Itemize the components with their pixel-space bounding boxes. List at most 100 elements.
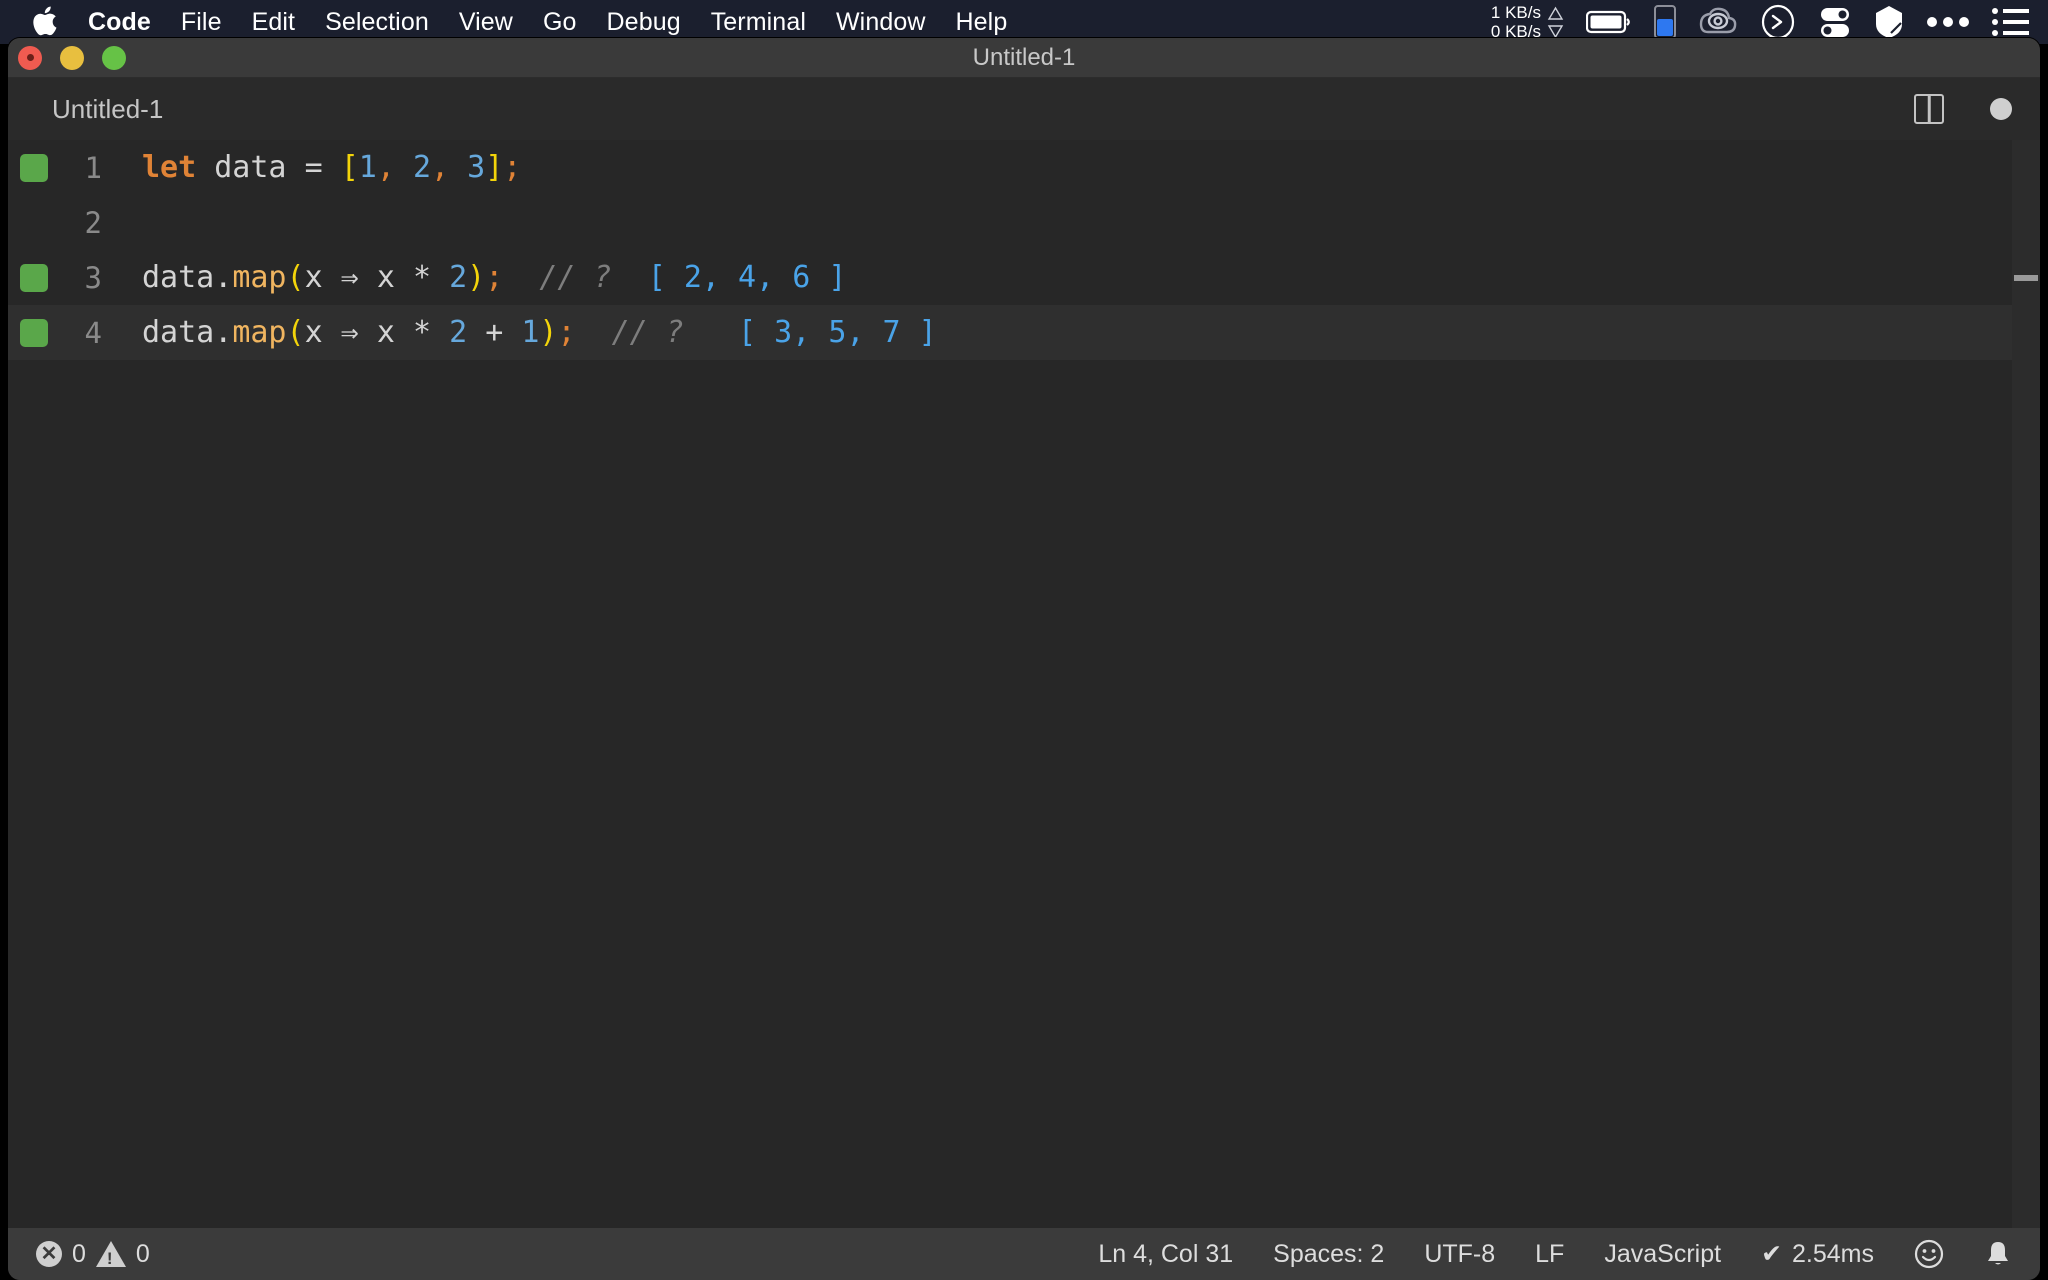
line-number: 2 [8, 206, 126, 240]
code-token: [ 3, 5, 7 ] [684, 315, 937, 350]
run-status[interactable]: ✔ 2.54ms [1761, 1239, 1874, 1269]
code-token [287, 150, 305, 185]
code-token: ( [287, 260, 305, 295]
code-token: 1 [521, 315, 539, 350]
list-menu-icon[interactable] [1992, 7, 2030, 37]
editor-scrollbar[interactable] [2012, 140, 2040, 1228]
code-token: ) [539, 315, 557, 350]
code-token: ) [467, 260, 485, 295]
code-token: x [377, 315, 395, 350]
code-token: [ [341, 150, 359, 185]
code-token [395, 315, 413, 350]
indentation-setting[interactable]: Spaces: 2 [1273, 1240, 1384, 1269]
code-token: map [232, 260, 286, 295]
run-marker-icon [20, 319, 48, 347]
network-speed-indicator[interactable]: 1 KB/s 0 KB/s [1491, 3, 1564, 41]
code-token: = [305, 150, 323, 185]
code-token: ⇒ [323, 315, 377, 350]
error-count: 0 [72, 1240, 86, 1269]
minimize-button[interactable] [60, 46, 84, 70]
code-token: data [214, 150, 286, 185]
run-check-icon: ✔ [1761, 1239, 1782, 1269]
zoom-button[interactable] [102, 46, 126, 70]
run-marker-icon [20, 154, 48, 182]
code-token: 3 [467, 150, 485, 185]
code-token: // ? [576, 315, 684, 350]
shield-pen-icon[interactable] [1874, 4, 1904, 40]
code-token: ( [287, 315, 305, 350]
code-token: data [142, 315, 214, 350]
window-title: Untitled-1 [8, 44, 2040, 72]
editor-actions [1914, 78, 2012, 140]
code-token: ] [485, 150, 503, 185]
language-mode[interactable]: JavaScript [1604, 1240, 1721, 1269]
code-token [395, 150, 413, 185]
run-time: 2.54ms [1792, 1240, 1874, 1269]
code-text[interactable]: data.map(x ⇒ x * 2); // ? [ 2, 4, 6 ] [126, 260, 846, 295]
code-token: , [431, 150, 449, 185]
code-editor[interactable]: 1let data = [1, 2, 3];23data.map(x ⇒ x *… [8, 140, 2040, 1228]
code-token: ; [485, 260, 503, 295]
apple-logo-icon[interactable] [30, 5, 60, 39]
scrollbar-thumb[interactable] [2014, 275, 2038, 281]
close-button[interactable] [18, 46, 42, 70]
ellipsis-icon[interactable] [1926, 15, 1970, 29]
code-token [467, 315, 485, 350]
warning-count: 0 [136, 1240, 150, 1269]
code-token: , [377, 150, 395, 185]
code-text[interactable]: let data = [1, 2, 3]; [126, 150, 521, 185]
code-token: * [413, 260, 431, 295]
code-token: ; [557, 315, 575, 350]
code-token: data [142, 260, 214, 295]
code-line-4[interactable]: 4data.map(x ⇒ x * 2 + 1); // ? [ 3, 5, 7… [8, 305, 2040, 360]
code-line-3[interactable]: 3data.map(x ⇒ x * 2); // ? [ 2, 4, 6 ] [8, 250, 2040, 305]
code-token: . [214, 315, 232, 350]
eol-setting[interactable]: LF [1535, 1240, 1564, 1269]
code-token: // ? [503, 260, 611, 295]
split-editor-icon[interactable] [1914, 94, 1944, 124]
code-line-1[interactable]: 1let data = [1, 2, 3]; [8, 140, 2040, 195]
battery-percentage-bar-icon[interactable] [1654, 5, 1676, 39]
code-token: x [305, 315, 323, 350]
code-token: 2 [449, 260, 467, 295]
terminal-prompt-circle-icon[interactable] [1760, 4, 1796, 40]
network-upload-speed: 1 KB/s [1491, 3, 1541, 22]
code-line-2[interactable]: 2 [8, 195, 2040, 250]
battery-icon[interactable] [1586, 9, 1632, 35]
code-token: * [413, 315, 431, 350]
error-icon: ✕ [36, 1241, 62, 1267]
code-text[interactable]: data.map(x ⇒ x * 2 + 1); // ? [ 3, 5, 7 … [126, 315, 937, 350]
cursor-position[interactable]: Ln 4, Col 31 [1098, 1240, 1233, 1269]
code-token: x [305, 260, 323, 295]
code-token: ⇒ [323, 260, 377, 295]
code-token [503, 315, 521, 350]
code-token: x [377, 260, 395, 295]
code-token [395, 260, 413, 295]
network-arrows-icon [1547, 6, 1564, 39]
code-lines-container: 1let data = [1, 2, 3];23data.map(x ⇒ x *… [8, 140, 2040, 360]
vscode-window: Untitled-1 Untitled-1 1let data = [1, 2,… [8, 38, 2040, 1280]
code-token [431, 315, 449, 350]
code-token: 2 [449, 315, 467, 350]
code-token: ; [503, 150, 521, 185]
tab-untitled-1[interactable]: Untitled-1 [52, 94, 163, 125]
code-token: let [142, 150, 196, 185]
encoding-setting[interactable]: UTF-8 [1424, 1240, 1495, 1269]
unsaved-dot-icon[interactable] [1990, 98, 2012, 120]
toggles-icon[interactable] [1818, 5, 1852, 39]
code-token [323, 150, 341, 185]
problems-indicator[interactable]: ✕ 0 0 [36, 1240, 150, 1269]
run-marker-icon [20, 264, 48, 292]
eye-cloud-icon[interactable] [1698, 6, 1738, 38]
window-title-bar: Untitled-1 [8, 38, 2040, 78]
close-icon [27, 54, 34, 61]
smiley-icon[interactable] [1914, 1239, 1944, 1269]
code-token [449, 150, 467, 185]
code-token: + [485, 315, 503, 350]
bell-icon[interactable] [1984, 1239, 2012, 1269]
editor-tab-bar: Untitled-1 [8, 78, 2040, 140]
status-bar-right: Ln 4, Col 31 Spaces: 2 UTF-8 LF JavaScri… [1098, 1239, 2012, 1269]
code-token: 2 [413, 150, 431, 185]
code-token: 1 [359, 150, 377, 185]
status-bar: ✕ 0 0 Ln 4, Col 31 Spaces: 2 UTF-8 LF Ja… [8, 1228, 2040, 1280]
